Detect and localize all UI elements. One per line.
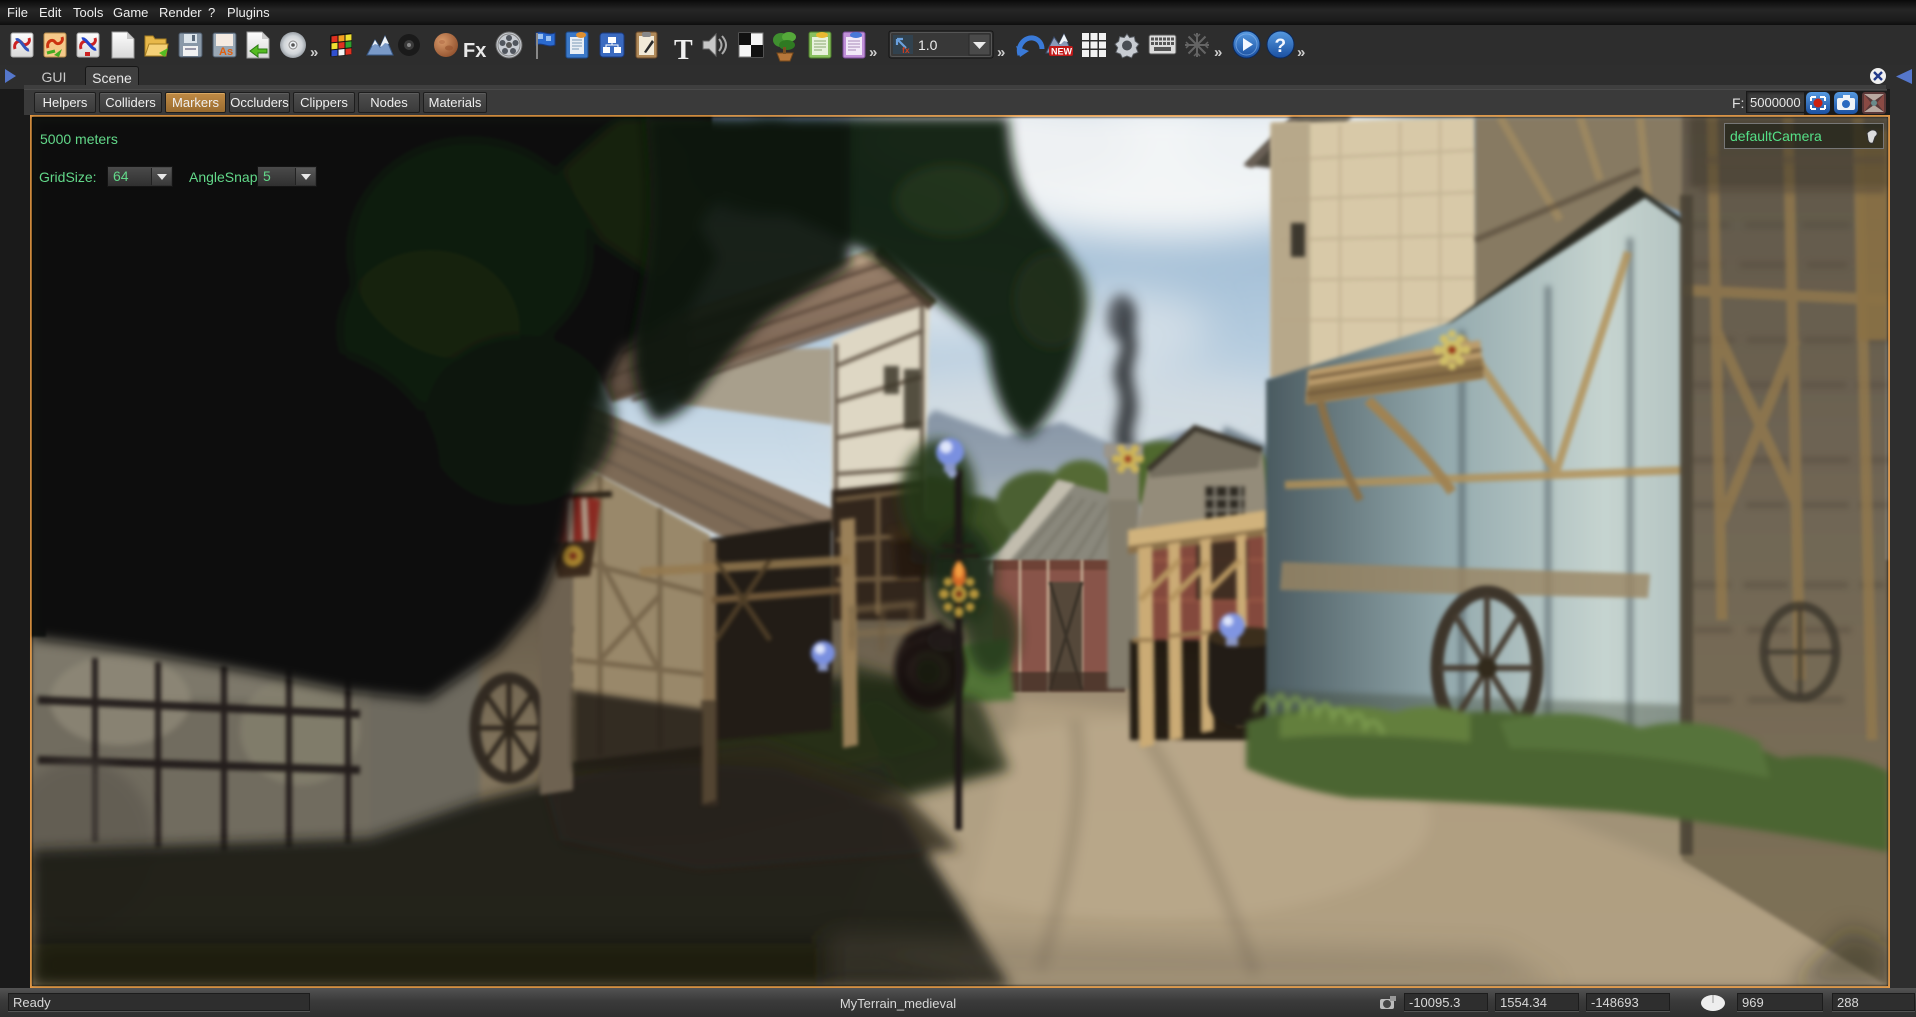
svg-text:»: »: [310, 44, 318, 61]
svg-text:T: T: [674, 35, 693, 65]
svg-text:?: ?: [1275, 36, 1287, 57]
svg-text:Fx: Fx: [463, 40, 486, 62]
svg-text:»: »: [1297, 44, 1305, 61]
svg-text:»: »: [1214, 44, 1222, 61]
svg-text:»: »: [869, 44, 877, 61]
svg-text:1.0: 1.0: [918, 37, 938, 53]
svg-text:»: »: [997, 44, 1005, 61]
svg-text:NEW: NEW: [1051, 47, 1073, 57]
svg-text:As: As: [219, 46, 233, 58]
svg-text:fx: fx: [902, 45, 910, 55]
